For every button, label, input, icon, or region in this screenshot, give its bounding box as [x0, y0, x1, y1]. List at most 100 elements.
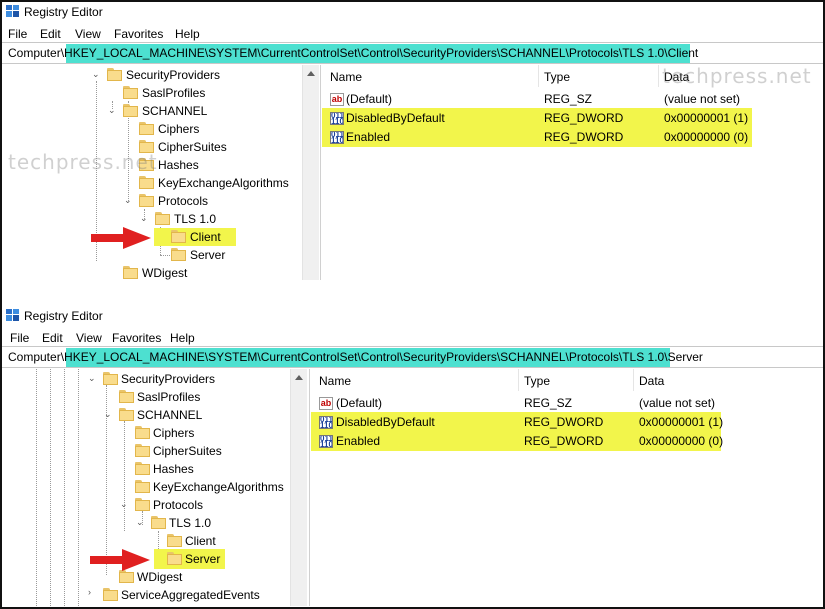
collapse-chevron-icon[interactable]: ⌄	[120, 499, 128, 510]
column-divider[interactable]	[633, 369, 634, 391]
registry-editor-window-bottom: Registry Editor File Edit View Favorites…	[2, 306, 823, 606]
menu-bar: File Edit View Favorites Help	[2, 328, 823, 348]
reg-dword-icon: 011 110	[319, 416, 333, 429]
collapse-chevron-icon[interactable]: ⌄	[124, 195, 132, 206]
expand-chevron-icon[interactable]: ›	[88, 587, 91, 597]
column-divider[interactable]	[518, 369, 519, 391]
values-list: Name Type Data ab (Default) REG_SZ (valu…	[311, 369, 823, 606]
value-data: (value not set)	[664, 92, 741, 106]
folder-icon	[139, 122, 154, 135]
pane-splitter[interactable]	[320, 65, 321, 280]
folder-icon	[167, 534, 182, 547]
value-type: REG_SZ	[524, 396, 573, 410]
value-name: Enabled	[336, 434, 381, 448]
folder-icon	[135, 498, 150, 511]
menu-file[interactable]: File	[10, 331, 29, 345]
value-name: (Default)	[346, 92, 393, 106]
folder-icon	[103, 372, 118, 385]
collapse-chevron-icon[interactable]: ⌄	[136, 517, 144, 528]
folder-icon	[139, 194, 154, 207]
menu-help[interactable]: Help	[170, 331, 195, 345]
folder-icon	[123, 86, 138, 99]
column-header-type[interactable]: Type	[544, 70, 570, 84]
folder-icon	[171, 230, 186, 243]
tree-guide-line	[160, 255, 170, 256]
menu-view[interactable]: View	[75, 27, 101, 41]
menu-favorites[interactable]: Favorites	[114, 27, 163, 41]
folder-icon	[167, 552, 182, 565]
collapse-chevron-icon[interactable]: ⌄	[108, 105, 116, 116]
tree-item-label: ServiceAggregatedEvents	[121, 588, 260, 602]
collapse-chevron-icon[interactable]: ⌄	[88, 373, 96, 384]
window-title: Registry Editor	[24, 309, 103, 323]
scroll-up-icon[interactable]	[295, 375, 303, 380]
column-header-name[interactable]: Name	[319, 374, 351, 388]
value-data: (value not set)	[639, 396, 716, 410]
tree-item-label: TLS 1.0	[174, 212, 217, 226]
collapse-chevron-icon[interactable]: ⌄	[92, 69, 100, 80]
value-type: REG_DWORD	[524, 434, 604, 448]
registry-editor-icon	[6, 5, 19, 17]
menu-edit[interactable]: Edit	[40, 27, 61, 41]
reg-sz-icon: ab	[319, 397, 333, 410]
menu-favorites[interactable]: Favorites	[112, 331, 161, 345]
red-arrow-icon	[90, 549, 150, 571]
address-bar[interactable]: Computer\HKEY_LOCAL_MACHINE\SYSTEM\Curre…	[2, 346, 823, 368]
column-divider[interactable]	[538, 65, 539, 87]
folder-icon	[135, 462, 150, 475]
tree-guide-line	[36, 369, 37, 606]
tree-item-label: Client	[190, 230, 221, 244]
value-row-enabled[interactable]: 011 110 Enabled REG_DWORD 0x00000000 (0)	[311, 432, 811, 451]
reg-dword-icon: 011 110	[319, 435, 333, 448]
menu-view[interactable]: View	[76, 331, 102, 345]
value-data: 0x00000001 (1)	[664, 111, 749, 125]
column-divider[interactable]	[658, 65, 659, 87]
folder-icon	[135, 426, 150, 439]
tree-guide-line	[50, 369, 51, 606]
red-arrow-icon	[91, 227, 151, 249]
tree-item-label: Protocols	[158, 194, 209, 208]
tree-scrollbar[interactable]	[290, 369, 307, 606]
tree-guide-line	[78, 369, 79, 606]
value-row-default[interactable]: ab (Default) REG_SZ (value not set)	[311, 394, 811, 413]
tree-item-label: Server	[185, 552, 221, 566]
reg-dword-icon: 011 110	[330, 131, 344, 144]
value-row-disabledbydefault[interactable]: 011 110 DisabledByDefault REG_DWORD 0x000…	[311, 413, 811, 432]
tree-item-label: Hashes	[158, 158, 199, 172]
value-row-default[interactable]: ab (Default) REG_SZ (value not set)	[322, 90, 812, 109]
column-header-type[interactable]: Type	[524, 374, 550, 388]
folder-icon	[103, 588, 118, 601]
value-type: REG_DWORD	[544, 130, 624, 144]
tree-item-label: Hashes	[153, 462, 194, 476]
folder-icon	[135, 480, 150, 493]
value-type: REG_SZ	[544, 92, 593, 106]
menu-file[interactable]: File	[8, 27, 27, 41]
address-bar[interactable]: Computer\HKEY_LOCAL_MACHINE\SYSTEM\Curre…	[2, 42, 823, 64]
list-header: Name Type Data	[311, 369, 823, 391]
menu-edit[interactable]: Edit	[42, 331, 63, 345]
value-data: 0x00000000 (0)	[639, 434, 724, 448]
address-path[interactable]: Computer\HKEY_LOCAL_MACHINE\SYSTEM\Curre…	[8, 350, 703, 364]
value-row-enabled[interactable]: 011 110 Enabled REG_DWORD 0x00000000 (0)	[322, 128, 812, 147]
tree-item-label: Client	[185, 534, 216, 548]
tree-item-label: SecurityProviders	[121, 372, 216, 386]
watermark: techpress.net	[662, 64, 812, 88]
value-row-disabledbydefault[interactable]: 011 110 DisabledByDefault REG_DWORD 0x000…	[322, 109, 812, 128]
tree-item-label: CipherSuites	[153, 444, 222, 458]
reg-sz-icon: ab	[330, 93, 344, 106]
folder-icon	[119, 390, 134, 403]
tree-item-label: Protocols	[153, 498, 204, 512]
menu-help[interactable]: Help	[175, 27, 200, 41]
value-type: REG_DWORD	[524, 415, 604, 429]
column-header-name[interactable]: Name	[330, 70, 362, 84]
tree-guide-line	[64, 369, 65, 606]
tree-item-label: SecurityProviders	[126, 68, 221, 82]
column-header-data[interactable]: Data	[639, 374, 664, 388]
scroll-up-icon[interactable]	[307, 71, 315, 76]
tree-scrollbar[interactable]	[302, 65, 319, 280]
collapse-chevron-icon[interactable]: ⌄	[104, 409, 112, 420]
collapse-chevron-icon[interactable]: ⌄	[140, 213, 148, 224]
pane-splitter[interactable]	[309, 369, 310, 606]
value-name: DisabledByDefault	[336, 415, 435, 429]
address-path[interactable]: Computer\HKEY_LOCAL_MACHINE\SYSTEM\Curre…	[8, 46, 698, 60]
